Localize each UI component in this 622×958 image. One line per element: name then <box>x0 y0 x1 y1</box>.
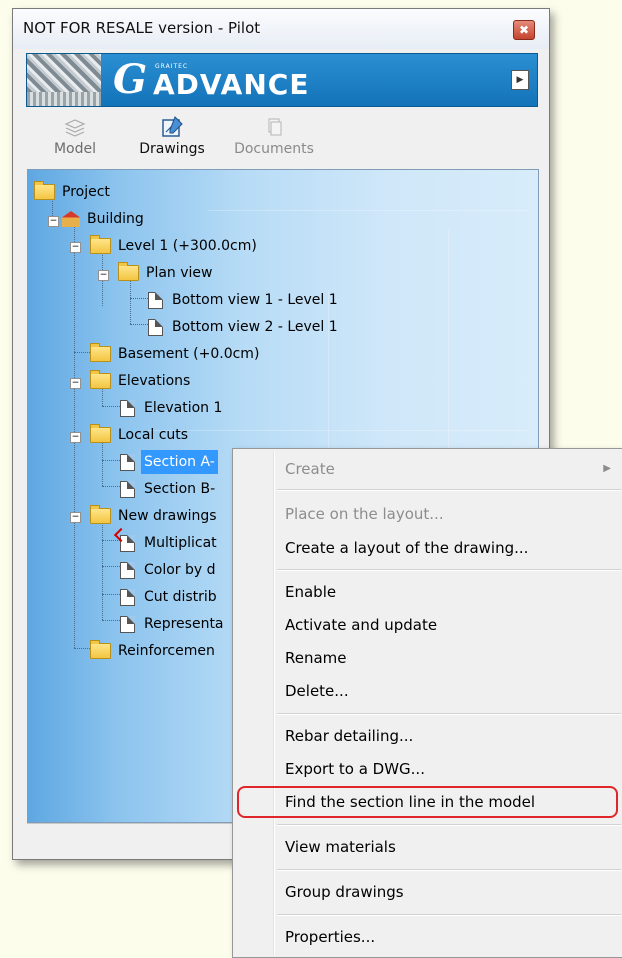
tab-drawings-label: Drawings <box>139 141 205 157</box>
tree-node-new-drawings[interactable]: New drawings <box>90 504 220 528</box>
context-menu: Create ▶ Place on the layout... Create a… <box>232 448 622 958</box>
document-icon <box>148 291 163 309</box>
menu-item-create[interactable]: Create <box>285 456 615 482</box>
tree-node-representa[interactable]: Representa <box>120 612 227 636</box>
logo-g: G <box>113 56 148 103</box>
menu-separator <box>277 713 621 715</box>
document-icon <box>148 318 163 336</box>
menu-item-delete[interactable]: Delete... <box>285 678 349 704</box>
folder-icon <box>90 424 111 443</box>
background-grid-line <box>148 430 528 431</box>
tree-node-bottom-view-2[interactable]: Bottom view 2 - Level 1 <box>148 315 341 339</box>
tree-line <box>102 566 120 567</box>
logo-text: ADVANCE <box>153 68 310 101</box>
menu-separator <box>277 914 621 916</box>
title-bar[interactable]: NOT FOR RESALE version - Pilot ✖ <box>13 9 549 49</box>
folder-icon <box>118 262 139 281</box>
tree-node-reinforcement[interactable]: Reinforcemen <box>90 639 218 663</box>
menu-item-enable[interactable]: Enable <box>285 579 336 605</box>
close-button[interactable]: ✖ <box>513 20 535 40</box>
flagged-document-icon <box>120 534 135 552</box>
folder-icon <box>90 235 111 254</box>
tree-line <box>102 486 120 487</box>
menu-separator <box>277 489 621 491</box>
collapse-toggle[interactable]: − <box>98 270 109 281</box>
menu-item-export-dwg[interactable]: Export to a DWG... <box>285 756 425 782</box>
folder-icon <box>90 505 111 524</box>
folder-icon <box>90 343 111 362</box>
tab-documents[interactable]: Documents <box>223 113 325 157</box>
menu-separator <box>277 869 621 871</box>
tree-line <box>102 520 103 620</box>
tree-line <box>102 406 120 407</box>
tree-node-elevation-1[interactable]: Elevation 1 <box>120 396 225 420</box>
tree-line <box>130 298 148 299</box>
tree-line <box>102 594 120 595</box>
document-icon <box>120 399 135 417</box>
building-icon <box>62 211 80 227</box>
submenu-arrow-icon: ▶ <box>603 463 611 474</box>
tree-line <box>102 540 120 541</box>
layers-icon <box>64 119 86 137</box>
tab-documents-label: Documents <box>234 141 314 157</box>
highlight-outline <box>237 786 618 818</box>
tree-line <box>130 324 148 325</box>
menu-item-view-materials[interactable]: View materials <box>285 834 396 860</box>
folder-icon <box>90 370 111 389</box>
tab-drawings[interactable]: Drawings <box>129 113 215 157</box>
background-grid-line <box>208 210 528 211</box>
tree-node-project[interactable]: Project <box>34 180 113 204</box>
menu-item-rebar-detailing[interactable]: Rebar detailing... <box>285 723 413 749</box>
tree-node-plan-view[interactable]: Plan view <box>118 261 215 285</box>
drawing-icon <box>162 116 183 137</box>
menu-item-create-label: Create <box>285 460 335 478</box>
tree-line <box>102 620 120 621</box>
tree-node-basement[interactable]: Basement (+0.0cm) <box>90 342 262 366</box>
collapse-toggle[interactable]: − <box>70 512 81 523</box>
tree-node-section-a[interactable]: Section A- <box>120 450 218 474</box>
collapse-toggle[interactable]: − <box>70 432 81 443</box>
tree-node-level1[interactable]: Level 1 (+300.0cm) <box>90 234 260 258</box>
document-icon <box>120 453 135 471</box>
menu-item-properties[interactable]: Properties... <box>285 924 375 950</box>
menu-separator <box>277 824 621 826</box>
tree-line <box>102 460 120 461</box>
document-icon <box>120 480 135 498</box>
tree-node-section-b[interactable]: Section B- <box>120 477 218 501</box>
collapse-toggle[interactable]: − <box>70 242 81 253</box>
menu-item-rename[interactable]: Rename <box>285 645 347 671</box>
tree-node-bottom-view-1[interactable]: Bottom view 1 - Level 1 <box>148 288 341 312</box>
menu-gutter <box>273 451 275 955</box>
tree-node-local-cuts[interactable]: Local cuts <box>90 423 191 447</box>
tree-node-cut-distrib[interactable]: Cut distrib <box>120 585 220 609</box>
tree-node-elevations[interactable]: Elevations <box>90 369 193 393</box>
menu-item-create-layout[interactable]: Create a layout of the drawing... <box>285 535 528 561</box>
tab-model[interactable]: Model <box>43 113 107 157</box>
tree-node-multiplicat[interactable]: Multiplicat <box>120 531 220 555</box>
graitec-advance-banner: G GRAITEC ADVANCE ▶ <box>26 53 538 107</box>
menu-item-place-on-layout[interactable]: Place on the layout... <box>285 501 444 527</box>
banner-photo <box>27 54 101 106</box>
document-icon <box>120 588 135 606</box>
menu-item-group-drawings[interactable]: Group drawings <box>285 879 404 905</box>
menu-item-activate-update[interactable]: Activate and update <box>285 612 437 638</box>
folder-icon <box>34 181 55 200</box>
banner-arrow-button[interactable]: ▶ <box>511 70 529 90</box>
document-icon <box>120 615 135 633</box>
tab-model-label: Model <box>53 141 97 157</box>
window-title: NOT FOR RESALE version - Pilot <box>23 19 261 37</box>
collapse-toggle[interactable]: − <box>48 216 59 227</box>
tree-node-color-by[interactable]: Color by d <box>120 558 219 582</box>
documents-icon <box>268 118 282 136</box>
document-icon <box>120 561 135 579</box>
tree-node-building[interactable]: Building <box>62 207 147 231</box>
menu-separator <box>277 569 621 571</box>
collapse-toggle[interactable]: − <box>70 378 81 389</box>
folder-icon <box>90 640 111 659</box>
